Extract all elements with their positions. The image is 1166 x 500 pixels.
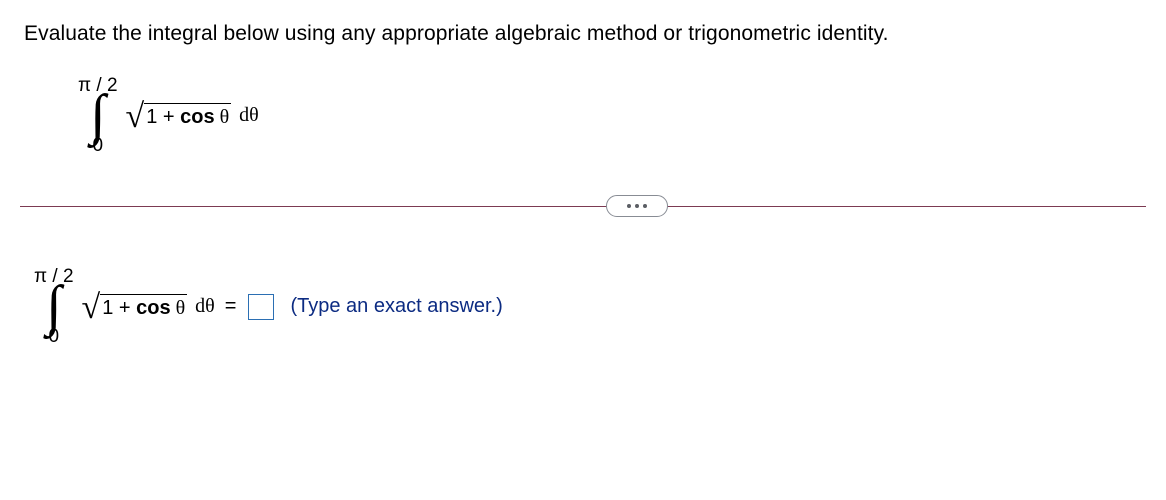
dot-icon [635,204,639,208]
theta-var: θ [215,106,230,128]
integral-lower-limit: 0 [92,136,103,155]
integral-symbol-wrap: π / 2 ∫ 0 [34,267,74,346]
radicand-prefix: 1 + [102,297,136,319]
cos-fn: cos [136,297,170,319]
radicand-prefix: 1 + [146,106,180,128]
integral-expression-answer: π / 2 ∫ 0 √ 1 + cos θ dθ = (Type an exac… [34,267,1142,346]
integral-symbol-wrap: π / 2 ∫ 0 [78,76,118,155]
cos-fn: cos [180,106,214,128]
sqrt-expression: √ 1 + cos θ [82,290,188,324]
dot-icon [643,204,647,208]
integral-sign: ∫ [90,93,105,138]
differential: dθ [239,104,259,127]
theta-var: θ [171,297,186,319]
horizontal-rule [20,206,1146,207]
divider-row [24,195,1142,219]
integral-expression-top: π / 2 ∫ 0 √ 1 + cos θ dθ [78,76,1142,155]
equals-sign: = [225,295,237,318]
integral-sign: ∫ [46,284,61,329]
differential: dθ [195,295,215,318]
answer-input[interactable] [248,294,274,320]
answer-hint: (Type an exact answer.) [290,295,502,318]
expand-pill[interactable] [606,195,668,217]
problem-prompt: Evaluate the integral below using any ap… [24,20,1142,48]
radicand: 1 + cos θ [144,103,231,129]
integral-lower-limit: 0 [48,327,59,346]
dot-icon [627,204,631,208]
sqrt-sign: √ [82,291,101,325]
sqrt-sign: √ [126,100,145,134]
sqrt-expression: √ 1 + cos θ [126,99,232,133]
radicand: 1 + cos θ [100,294,187,320]
